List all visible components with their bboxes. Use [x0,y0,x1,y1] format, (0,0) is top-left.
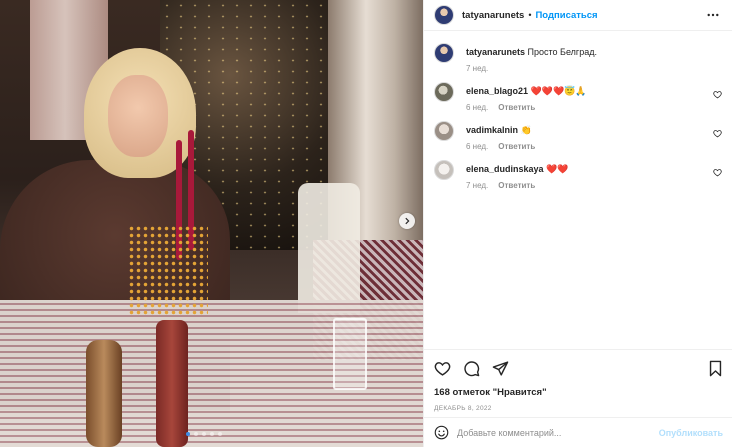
comment-text: 👏 [520,125,532,135]
carousel-dot [194,432,198,436]
header-separator: • [528,10,532,20]
publish-button[interactable]: Опубликовать [659,428,723,438]
comment-username[interactable]: elena_blago21 [466,86,528,96]
avatar[interactable] [434,82,454,102]
carousel-dot [210,432,214,436]
heart-icon[interactable] [713,90,722,99]
photo-woman-face [108,75,168,157]
reply-button[interactable]: Ответить [498,103,535,112]
comment-username[interactable]: vadimkalnin [466,125,518,135]
more-horizontal-icon[interactable] [706,8,720,22]
comment-username[interactable]: elena_dudinskaya [466,164,544,174]
post-photo[interactable] [0,0,423,447]
caption-text: Просто Белград. [527,47,597,57]
photo-vase [156,320,188,447]
comments-list[interactable]: tatyanarunets Просто Белград. 7 нед. ele… [424,31,732,349]
post-header: tatyanarunets • Подписаться [424,0,732,31]
comment-item: vadimkalnin 👏 6 нед. Ответить [434,121,722,151]
likes-count[interactable]: 168 отметок "Нравится" [434,387,724,398]
carousel-dot [202,432,206,436]
post-side-panel: tatyanarunets • Подписаться tatyanarunet… [423,0,732,447]
follow-button[interactable]: Подписаться [535,10,597,21]
reply-button[interactable]: Ответить [498,181,535,190]
bookmark-icon[interactable] [707,360,724,377]
smiley-icon[interactable] [434,425,449,440]
carousel-dots [186,432,222,436]
comment-item: elena_dudinskaya ❤️❤️ 7 нед. Ответить [434,160,722,190]
comment-time[interactable]: 6 нед. [466,142,488,151]
avatar[interactable] [434,5,454,25]
comment-bubble-icon[interactable] [463,360,480,377]
caption: tatyanarunets Просто Белград. 7 нед. [434,43,722,73]
caption-time[interactable]: 7 нед. [466,64,488,73]
caption-username[interactable]: tatyanarunets [466,47,525,57]
photo-bread [86,340,122,447]
comment-time[interactable]: 6 нед. [466,103,488,112]
heart-icon[interactable] [434,360,451,377]
comment-time[interactable]: 7 нед. [466,181,488,190]
heart-icon[interactable] [713,168,722,177]
carousel-dot [218,432,222,436]
avatar[interactable] [434,160,454,180]
heart-icon[interactable] [713,129,722,138]
comment-item: elena_blago21 ❤️❤️❤️😇🙏 6 нед. Ответить [434,82,722,112]
comment-input[interactable] [457,427,659,438]
photo-chair [298,183,360,313]
post-date[interactable]: декабрь 8, 2022 [434,405,724,412]
paper-plane-icon[interactable] [492,360,509,377]
photo-glass [333,318,367,390]
chevron-right-icon[interactable] [399,213,415,229]
comment-text: ❤️❤️ [546,164,569,174]
avatar[interactable] [434,121,454,141]
author-username[interactable]: tatyanarunets [462,10,524,21]
photo-flowers [128,225,208,315]
comment-text: ❤️❤️❤️😇🙏 [530,86,587,96]
reply-button[interactable]: Ответить [498,142,535,151]
add-comment-bar: Опубликовать [424,417,732,447]
carousel-dot [186,432,190,436]
instagram-post: tatyanarunets • Подписаться tatyanarunet… [0,0,732,447]
avatar[interactable] [434,43,454,63]
